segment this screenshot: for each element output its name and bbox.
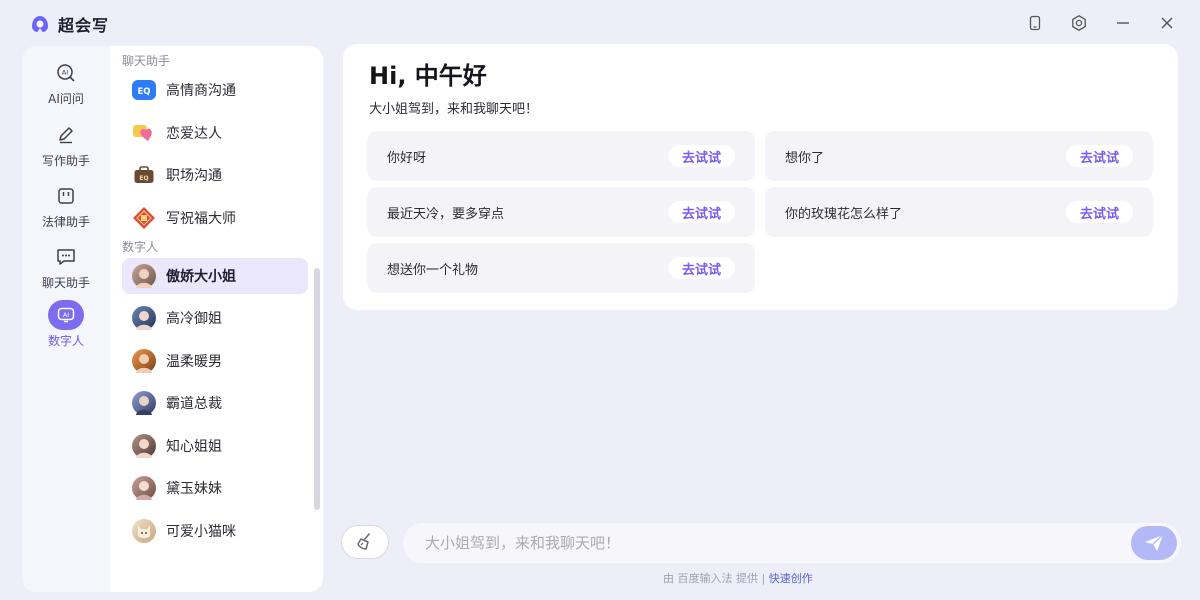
broom-icon [357,533,370,550]
quick-create-link[interactable]: 快速创作 [769,572,813,585]
left-nav: AI AI问问 写作助手 法律助手 聊天助手 AI 数字人 [22,46,110,592]
list-scrollbar[interactable] [314,268,320,510]
list-item-cool-sister[interactable]: 高冷御姐 [122,300,308,336]
try-button[interactable]: 去试试 [667,145,735,167]
mobile-button[interactable] [1024,12,1046,34]
suggestion-card[interactable]: 最近天冷，要多穿点 去试试 [367,187,755,237]
avatar [132,349,156,373]
gear-icon [1072,15,1086,31]
law-icon [46,181,86,211]
svg-text:EQ: EQ [137,87,150,97]
pen-icon [46,120,86,150]
nav-item-law[interactable]: 法律助手 [22,181,110,230]
heart-icon [132,121,156,145]
footer-prefix: 由 百度输入法 提供 | [663,572,766,585]
nav-label: 写作助手 [41,154,90,168]
list-item-label: 写祝福大师 [166,211,236,227]
avatar [132,306,156,330]
avatar [132,519,156,543]
footer-note: 由 百度输入法 提供 | 快速创作 [663,570,813,586]
nav-item-chat[interactable]: 聊天助手 [22,242,110,291]
list-item-label: 职场沟通 [166,168,222,184]
greeting-subtitle: 大小姐驾到，来和我聊天吧！ [369,102,539,117]
list-item-label: 恋爱达人 [166,126,222,142]
list-item-label: 知心姐姐 [166,439,222,455]
list-item-kitten[interactable]: 可爱小猫咪 [122,513,308,549]
try-button[interactable]: 去试试 [667,201,735,223]
title-bar: 超会写 [0,0,1200,46]
suggestion-card[interactable]: 你的玫瑰花怎么样了 去试试 [765,187,1153,237]
suggestion-text: 最近天冷，要多穿点 [387,206,505,222]
nav-label: 聊天助手 [41,276,90,290]
suggestion-card[interactable]: 想你了 去试试 [765,131,1153,181]
window-controls [1024,12,1178,34]
main-card: Hi, 中午好 大小姐驾到，来和我聊天吧！ 你好呀 去试试 想你了 去试试 最近… [343,44,1178,310]
list-item-warm-guy[interactable]: 温柔暖男 [122,343,308,379]
svg-text:AI: AI [62,69,68,77]
avatar [132,264,156,288]
avatar [132,476,156,500]
suggestion-card[interactable]: 想送你一个礼物 去试试 [367,243,755,293]
nav-item-writing[interactable]: 写作助手 [22,120,110,169]
list-item-eq[interactable]: EQ 高情商沟通 [122,72,308,108]
close-icon [1161,17,1173,29]
eq-bubble-icon: EQ [132,80,156,100]
nav-label: AI问问 [48,92,84,106]
nav-label: 数字人 [47,334,84,348]
try-button[interactable]: 去试试 [1065,201,1133,223]
try-button[interactable]: 去试试 [1065,145,1133,167]
brand: 超会写 [30,12,109,36]
settings-button[interactable] [1068,12,1090,34]
suggestion-text: 你好呀 [387,150,427,166]
list-item-label: 高冷御姐 [166,311,222,327]
app-title: 超会写 [58,16,110,35]
suggestion-text: 想送你一个礼物 [387,262,479,278]
avatar [132,391,156,415]
send-button[interactable] [1131,526,1177,560]
close-button[interactable] [1156,12,1178,34]
list-item-workplace[interactable]: EQ 职场沟通 [122,157,308,193]
list-item-label: 霸道总裁 [166,396,222,412]
mobile-icon [1029,15,1041,31]
suggestion-text: 你的玫瑰花怎么样了 [785,206,903,222]
app-logo-icon [32,16,48,32]
try-button[interactable]: 去试试 [667,257,735,279]
nav-item-ai-ask[interactable]: AI AI问问 [22,58,110,107]
nav-label: 法律助手 [41,215,90,229]
assistant-list: 聊天助手 EQ 高情商沟通 恋爱达人 EQ 职场沟通 写祝福大师 数字人 傲娇大… [110,46,323,592]
avatar [132,434,156,458]
chat-icon [46,242,86,272]
chat-input[interactable] [425,534,1105,552]
nav-item-digital-human[interactable]: AI 数字人 [22,300,110,349]
ai-ask-icon: AI [46,58,86,88]
nav-active-wrapper: AI [46,300,86,330]
chat-input-box [403,523,1181,563]
blessing-icon [132,206,156,230]
list-item-love[interactable]: 恋爱达人 [122,115,308,151]
send-icon [1145,534,1164,551]
list-item-label: 可爱小猫咪 [166,524,236,540]
svg-text:EQ: EQ [139,175,148,182]
list-item-label: 黛玉妹妹 [166,481,222,497]
list-item-ceo[interactable]: 霸道总裁 [122,385,308,421]
clear-context-button[interactable] [341,525,389,559]
section-title-digital: 数字人 [122,240,159,254]
section-title-chat: 聊天助手 [122,54,171,68]
suggestion-card[interactable]: 你好呀 去试试 [367,131,755,181]
list-item-caring-sister[interactable]: 知心姐姐 [122,428,308,464]
greeting-title: Hi, 中午好 [369,62,487,90]
svg-text:AI: AI [63,311,69,319]
list-item-blessing[interactable]: 写祝福大师 [122,200,308,236]
list-item-label: 高情商沟通 [166,83,236,99]
suggestion-text: 想你了 [785,150,825,166]
digital-human-icon: AI [48,300,84,330]
briefcase-icon: EQ [132,163,156,187]
minimize-button[interactable] [1112,12,1134,34]
minimize-icon [1117,22,1129,24]
list-item-proud-lady[interactable]: 傲娇大小姐 [122,258,308,294]
list-item-label: 温柔暖男 [166,354,222,370]
list-item-daiyu[interactable]: 黛玉妹妹 [122,470,308,506]
list-item-label: 傲娇大小姐 [166,269,236,285]
